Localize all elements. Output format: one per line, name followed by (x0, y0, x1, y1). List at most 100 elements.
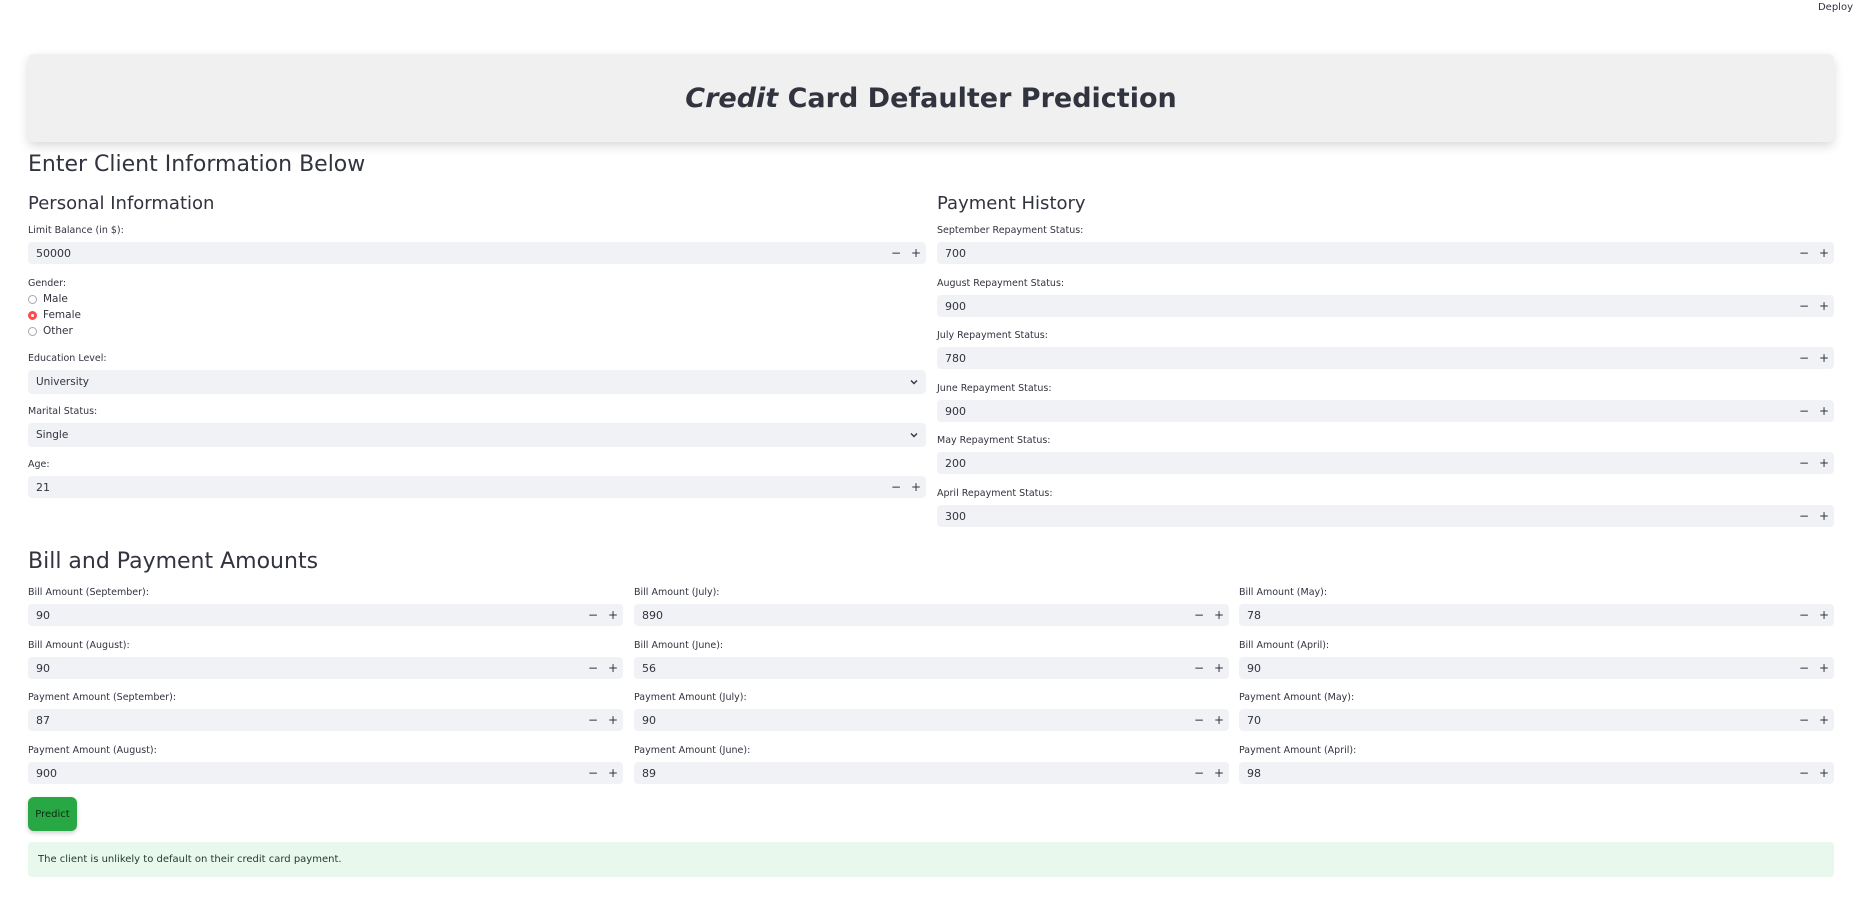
amount-input[interactable]: 90 − + (28, 657, 623, 679)
amount-value[interactable]: 90 (28, 609, 583, 622)
age-field: Age: 21 − + (28, 458, 926, 498)
amount-input[interactable]: 90 − + (28, 604, 623, 626)
decrement-button[interactable]: − (1189, 657, 1209, 679)
decrement-button[interactable]: − (583, 657, 603, 679)
amount-input[interactable]: 56 − + (634, 657, 1229, 679)
radio-icon[interactable] (28, 326, 37, 336)
amount-input[interactable]: 98 − + (1239, 762, 1834, 784)
amount-value[interactable]: 98 (1239, 767, 1794, 780)
increment-button[interactable]: + (1209, 657, 1229, 679)
increment-button[interactable]: + (1814, 709, 1834, 731)
increment-button[interactable]: + (1814, 762, 1834, 784)
amount-input[interactable]: 90 − + (634, 709, 1229, 731)
repayment-field: June Repayment Status: 900 − + (937, 382, 1834, 422)
decrement-button[interactable]: − (1794, 400, 1814, 422)
increment-button[interactable]: + (1814, 657, 1834, 679)
repayment-input[interactable]: 900 − + (937, 400, 1834, 422)
increment-button[interactable]: + (603, 604, 623, 626)
repayment-input[interactable]: 200 − + (937, 452, 1834, 474)
age-label: Age: (28, 459, 50, 470)
decrement-button[interactable]: − (886, 242, 906, 264)
age-input[interactable]: 21 − + (28, 476, 926, 498)
amount-value[interactable]: 900 (28, 767, 583, 780)
increment-button[interactable]: + (603, 762, 623, 784)
decrement-button[interactable]: − (1794, 657, 1814, 679)
repayment-input[interactable]: 300 − + (937, 505, 1834, 527)
increment-button[interactable]: + (1814, 505, 1834, 527)
increment-button[interactable]: + (1814, 242, 1834, 264)
decrement-button[interactable]: − (1189, 762, 1209, 784)
amount-input[interactable]: 890 − + (634, 604, 1229, 626)
amount-value[interactable]: 78 (1239, 609, 1794, 622)
decrement-button[interactable]: − (1189, 604, 1209, 626)
increment-button[interactable]: + (1209, 762, 1229, 784)
increment-button[interactable]: + (1209, 604, 1229, 626)
repayment-input[interactable]: 700 − + (937, 242, 1834, 264)
repayment-input[interactable]: 900 − + (937, 295, 1834, 317)
amount-input[interactable]: 89 − + (634, 762, 1229, 784)
increment-button[interactable]: + (1814, 604, 1834, 626)
decrement-button[interactable]: − (1794, 604, 1814, 626)
decrement-button[interactable]: − (1794, 762, 1814, 784)
increment-button[interactable]: + (906, 476, 926, 498)
increment-button[interactable]: + (906, 242, 926, 264)
age-value[interactable]: 21 (28, 481, 886, 494)
amount-label: Bill Amount (July): (634, 587, 720, 598)
increment-button[interactable]: + (603, 657, 623, 679)
repayment-value[interactable]: 700 (937, 247, 1794, 260)
increment-button[interactable]: + (1814, 400, 1834, 422)
radio-selected-icon[interactable] (28, 310, 37, 320)
decrement-button[interactable]: − (1794, 709, 1814, 731)
increment-button[interactable]: + (1209, 709, 1229, 731)
decrement-button[interactable]: − (1794, 242, 1814, 264)
limit-balance-input[interactable]: 50000 − + (28, 242, 926, 264)
amount-value[interactable]: 90 (634, 714, 1189, 727)
gender-option-female[interactable]: Female (28, 307, 328, 323)
amount-input[interactable]: 900 − + (28, 762, 623, 784)
predict-button[interactable]: Predict (28, 797, 77, 831)
repayment-value[interactable]: 200 (937, 457, 1794, 470)
amount-input[interactable]: 87 − + (28, 709, 623, 731)
repayment-value[interactable]: 900 (937, 300, 1794, 313)
chevron-down-icon[interactable] (902, 430, 926, 440)
amount-input[interactable]: 70 − + (1239, 709, 1834, 731)
gender-option-male[interactable]: Male (28, 291, 328, 307)
amount-value[interactable]: 70 (1239, 714, 1794, 727)
amount-value[interactable]: 89 (634, 767, 1189, 780)
decrement-button[interactable]: − (1794, 295, 1814, 317)
limit-balance-value[interactable]: 50000 (28, 247, 886, 260)
amount-value[interactable]: 90 (1239, 662, 1794, 675)
decrement-button[interactable]: − (1189, 709, 1209, 731)
increment-button[interactable]: + (1814, 452, 1834, 474)
decrement-button[interactable]: − (583, 709, 603, 731)
radio-label: Female (43, 309, 81, 321)
title-banner: Credit Card Defaulter Prediction (28, 54, 1834, 142)
amount-value[interactable]: 87 (28, 714, 583, 727)
education-select[interactable]: University (28, 370, 926, 394)
chevron-down-icon[interactable] (902, 377, 926, 387)
repayment-value[interactable]: 780 (937, 352, 1794, 365)
repayment-input[interactable]: 780 − + (937, 347, 1834, 369)
decrement-button[interactable]: − (1794, 452, 1814, 474)
amount-value[interactable]: 890 (634, 609, 1189, 622)
decrement-button[interactable]: − (1794, 347, 1814, 369)
repayment-value[interactable]: 300 (937, 510, 1794, 523)
decrement-button[interactable]: − (583, 762, 603, 784)
amount-field: Payment Amount (September): 87 − + (28, 691, 623, 731)
amount-value[interactable]: 90 (28, 662, 583, 675)
increment-button[interactable]: + (603, 709, 623, 731)
increment-button[interactable]: + (1814, 295, 1834, 317)
amount-input[interactable]: 90 − + (1239, 657, 1834, 679)
increment-button[interactable]: + (1814, 347, 1834, 369)
decrement-button[interactable]: − (886, 476, 906, 498)
page-title-rest: Card Defaulter Prediction (778, 82, 1177, 114)
amount-input[interactable]: 78 − + (1239, 604, 1834, 626)
amount-value[interactable]: 56 (634, 662, 1189, 675)
repayment-value[interactable]: 900 (937, 405, 1794, 418)
deploy-button[interactable]: Deploy (1818, 2, 1853, 13)
gender-option-other[interactable]: Other (28, 323, 328, 339)
marital-select[interactable]: Single (28, 423, 926, 447)
radio-icon[interactable] (28, 294, 37, 304)
decrement-button[interactable]: − (583, 604, 603, 626)
decrement-button[interactable]: − (1794, 505, 1814, 527)
